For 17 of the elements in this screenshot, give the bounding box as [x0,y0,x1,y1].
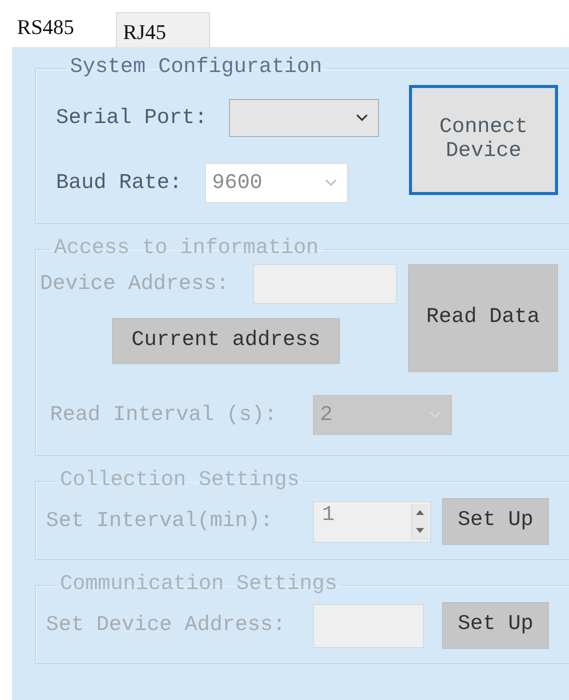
spin-up-icon[interactable] [416,510,424,515]
baud-rate-label: Baud Rate: [56,172,184,194]
chevron-down-icon [325,179,337,187]
set-device-address-label: Set Device Address: [46,614,286,637]
group-title: System Configuration [69,57,324,79]
connect-device-button[interactable]: Connect Device [409,85,558,195]
set-interval-label: Set Interval(min): [46,510,274,533]
group-title: Access to information [53,238,320,260]
serial-port-label: Serial Port: [56,106,208,130]
chevron-down-icon [356,114,368,122]
group-title: Communication Settings [59,574,338,596]
serial-port-dropdown[interactable] [229,99,379,137]
read-interval-label: Read Interval (s): [50,404,278,426]
tab[interactable]: RJ45 [116,12,210,47]
device-address-label: Device Address: [40,272,230,296]
group-title: Collection Settings [59,470,300,492]
spin-down-icon[interactable] [416,528,424,533]
